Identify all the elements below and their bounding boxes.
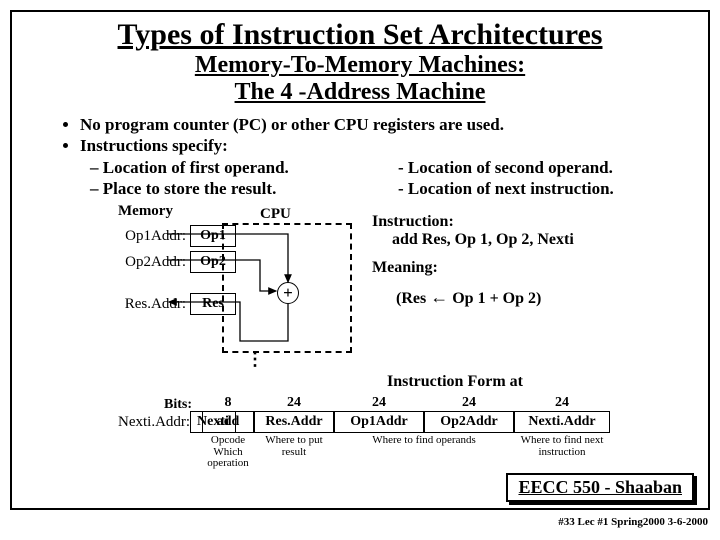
addr-res: Res.Addr: [118,296,190,313]
bits-2: 24 [334,395,424,411]
bits-label: Bits: [164,397,192,413]
cpu-label: CPU [260,206,291,223]
fmtcell-nexti: Nexti.Addr [514,411,610,433]
addr-op2: Op2Addr: [118,254,190,271]
instruction-area: Instruction: add Res, Op 1, Op 2, Nexti … [372,213,574,308]
addr-op1: Op1Addr: [118,228,190,245]
fmtcell-op1: Op1Addr [334,411,424,433]
subbullet-1a: Location of first operand. [103,158,289,177]
bullets: No program counter (PC) or other CPU reg… [62,114,678,199]
desc-opcode: Opcode Which operation [202,433,254,472]
instruction-heading: Instruction: [372,213,574,231]
bits-0: 8 [202,395,254,411]
desc-operands: Where to find operands [334,433,514,472]
left-arrow-icon: ← [430,287,448,307]
lecture-line: #33 Lec #1 Spring2000 3-6-2000 [558,516,708,528]
bullet-1: No program counter (PC) or other CPU reg… [80,114,678,135]
bits-3: 24 [424,395,514,411]
bullet-2: Instructions specify: [80,135,678,156]
subtitle-line2: The 4 -Address Machine [12,79,708,106]
desc-res: Where to put result [254,433,334,472]
subbullet-2a: Place to store the result. [103,179,277,198]
fmtcell-opcode: add [202,411,254,433]
bits-4: 24 [514,395,610,411]
addr-nexti: Nexti.Addr: [118,414,190,431]
format-title: Instruction Form at [387,373,523,391]
subbullet-2b: - Location of next instruction. [398,178,678,199]
meaning-equation: (Res ← Op 1 + Op 2) [396,287,574,308]
fmtcell-res: Res.Addr [254,411,334,433]
course-box: EECC 550 - Shaaban [506,473,694,502]
meaning-heading: Meaning: [372,259,574,277]
subtitle-line1: Memory-To-Memory Machines: [12,52,708,79]
fmtcell-op2: Op2Addr [424,411,514,433]
desc-nexti: Where to find next instruction [514,433,610,472]
memory-label: Memory [118,203,173,220]
instruction-code: add Res, Op 1, Op 2, Nexti [392,231,574,249]
adder-icon: + [277,282,299,304]
bits-1: 24 [254,395,334,411]
format-table: 8 24 24 24 24 add Res.Addr Op1Addr Op2Ad… [202,395,610,472]
page-title: Types of Instruction Set Architectures [12,18,708,52]
subbullet-1b: - Location of second operand. [398,157,678,178]
